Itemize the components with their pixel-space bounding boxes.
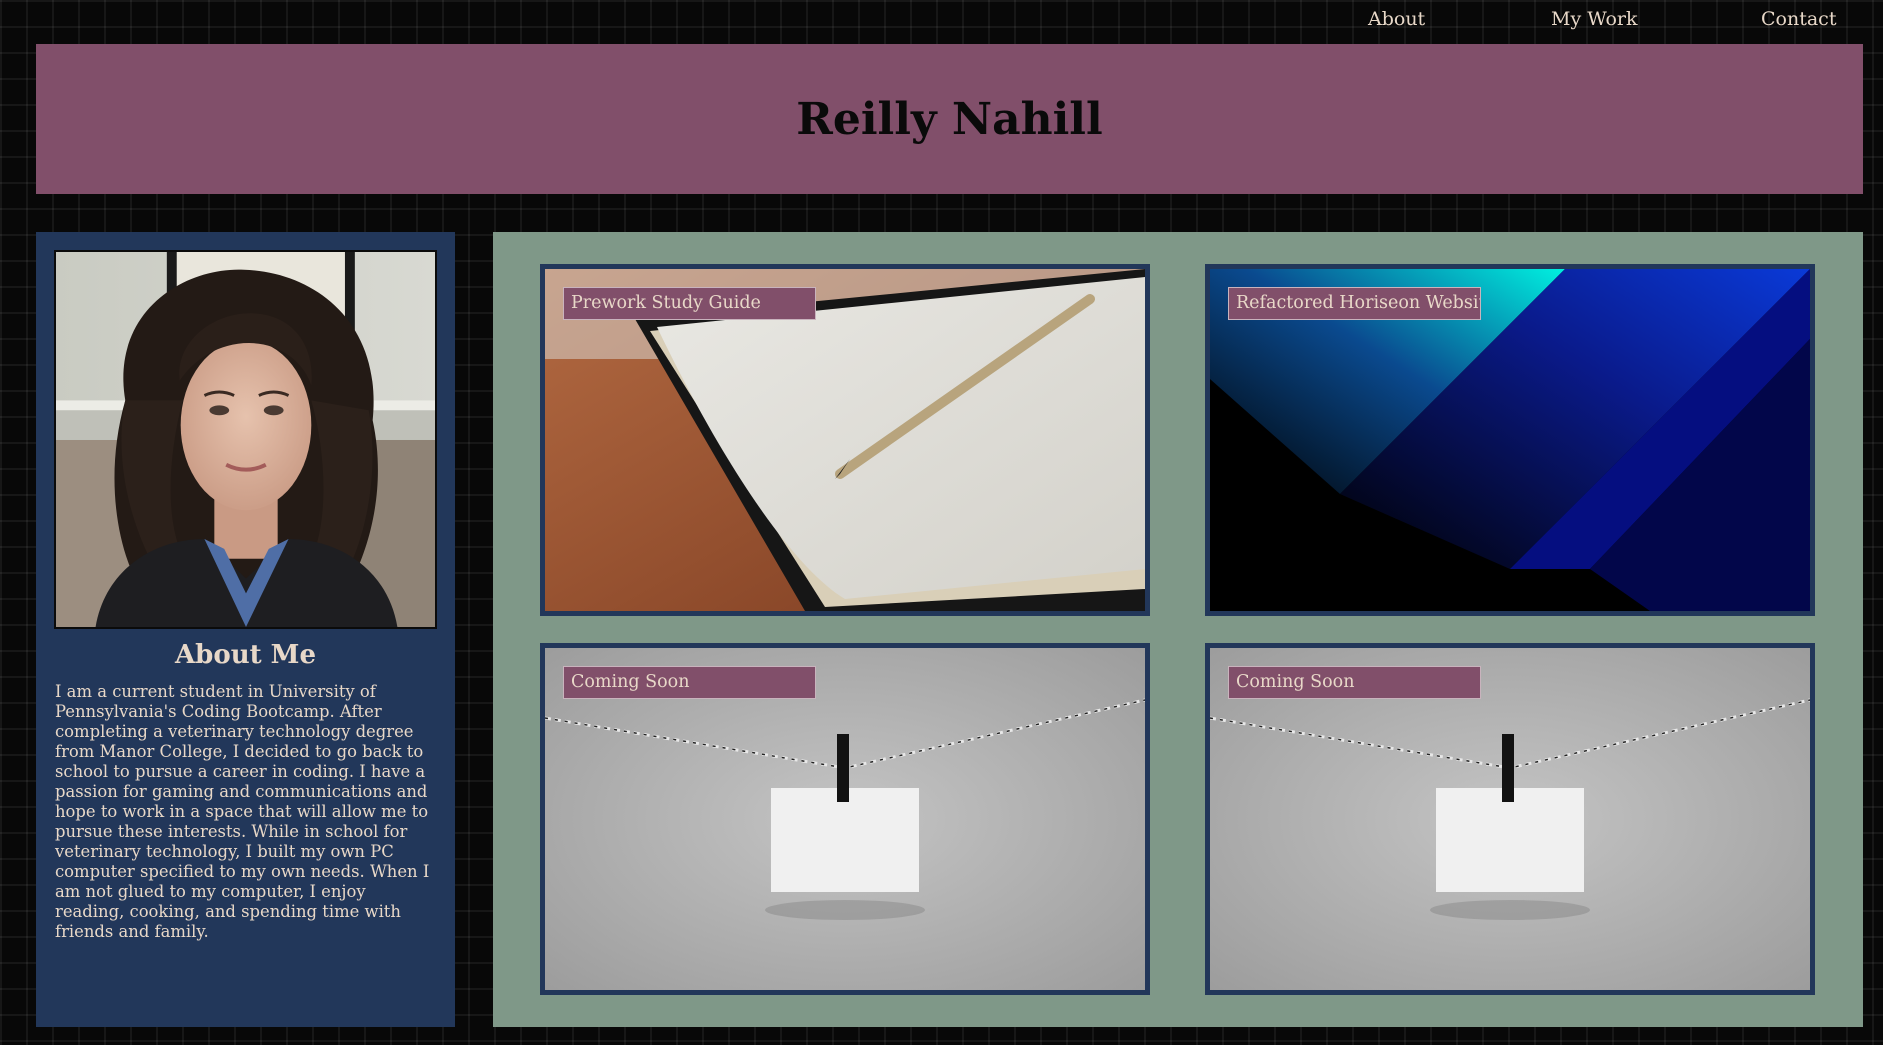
project-label: Prework Study Guide xyxy=(563,287,816,320)
about-section: About Me I am a current student in Unive… xyxy=(36,232,455,1027)
project-label: Coming Soon xyxy=(563,666,816,699)
project-label: Coming Soon xyxy=(1228,666,1481,699)
project-label: Refactored Horiseon Website xyxy=(1228,287,1481,320)
nav-link-my-work[interactable]: My Work xyxy=(1551,8,1638,30)
project-card-horiseon[interactable]: Refactored Horiseon Website xyxy=(1205,264,1815,616)
about-bio: I am a current student in University of … xyxy=(55,682,430,941)
top-nav: About My Work Contact xyxy=(0,0,1883,40)
abstract-blue-image xyxy=(1210,269,1810,611)
project-card-coming-soon-2[interactable]: Coming Soon xyxy=(1205,643,1815,995)
notebook-image xyxy=(545,269,1145,611)
nav-link-contact[interactable]: Contact xyxy=(1761,8,1836,30)
about-heading: About Me xyxy=(175,640,316,670)
profile-photo xyxy=(54,250,437,629)
site-title: Reilly Nahill xyxy=(796,93,1103,145)
work-section: Prework Study Guide Refactored Horiseon … xyxy=(493,232,1863,1027)
profile-photo-art xyxy=(56,252,435,627)
nav-link-about[interactable]: About xyxy=(1368,8,1425,30)
project-card-coming-soon-1[interactable]: Coming Soon xyxy=(540,643,1150,995)
hanging-note-image xyxy=(545,648,1145,990)
project-card-prework[interactable]: Prework Study Guide xyxy=(540,264,1150,616)
site-header: Reilly Nahill xyxy=(36,44,1863,194)
hanging-note-image xyxy=(1210,648,1810,990)
